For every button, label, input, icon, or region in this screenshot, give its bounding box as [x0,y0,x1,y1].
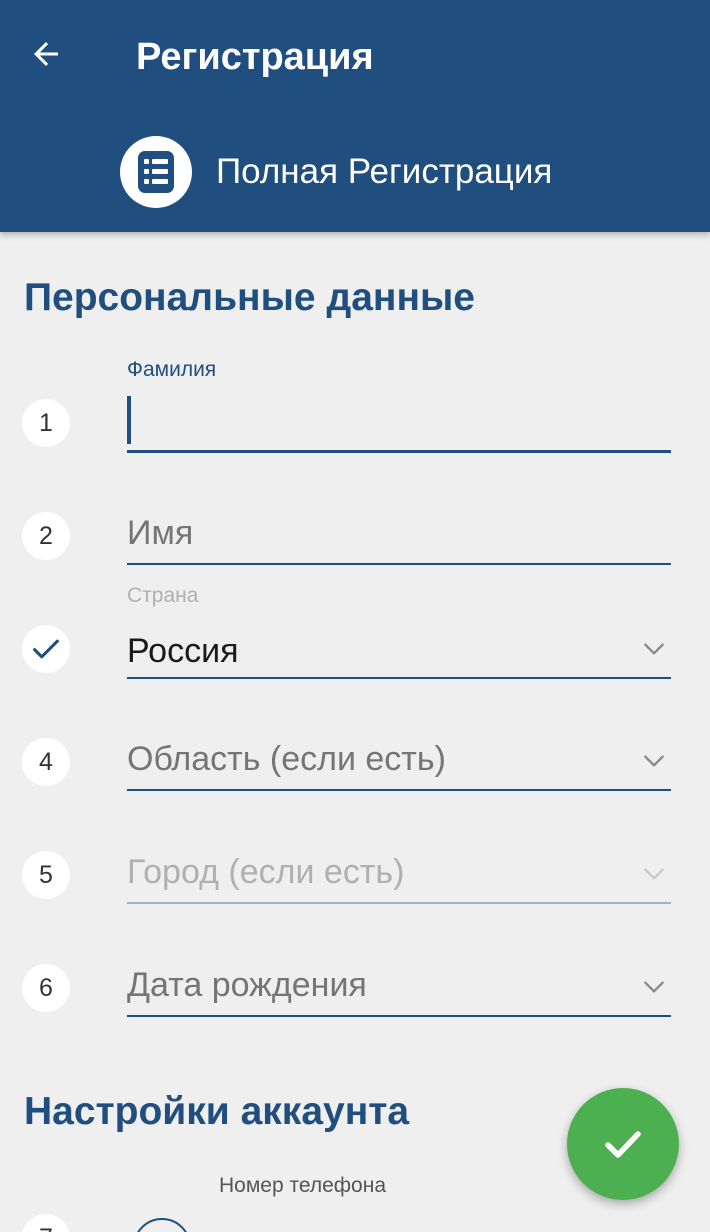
check-icon [605,1131,641,1158]
step-indicator-1: 1 [22,399,70,447]
birth-date-underline [127,1015,671,1017]
region-placeholder: Область (если есть) [127,740,446,778]
country-value: Россия [127,632,239,670]
chevron-down-icon [644,755,664,767]
country-label: Страна [127,584,199,607]
first-name-input[interactable]: Имя [127,508,671,565]
app-bar: Регистрация Полная Регистрация [0,0,710,232]
check-icon [33,639,59,659]
birth-date-select[interactable]: Дата рождения [127,960,671,1017]
region-select[interactable]: Область (если есть) [127,734,671,791]
registration-type-label: Полная Регистрация [216,152,553,191]
chevron-down-icon [644,868,664,880]
text-cursor [127,396,131,444]
city-underline [127,902,671,904]
surname-label: Фамилия [127,358,217,381]
step-indicator-2: 2 [22,512,70,560]
surname-underline [127,450,671,453]
birth-date-placeholder: Дата рождения [127,966,367,1004]
chevron-down-icon [644,643,664,655]
step-indicator-3 [22,625,70,673]
page-title: Регистрация [136,36,374,78]
region-underline [127,789,671,791]
country-underline [127,677,671,679]
registration-badge [120,136,192,208]
city-placeholder: Город (если есть) [127,853,405,891]
surname-input[interactable] [127,396,671,453]
step-indicator-7: 7 [22,1214,70,1232]
submit-button[interactable] [567,1088,679,1200]
country-select[interactable]: Россия [127,622,671,679]
step-indicator-5: 5 [22,851,70,899]
city-select[interactable]: Город (если есть) [127,847,671,904]
section-title-personal: Персональные данные [24,276,475,319]
arrow-left-icon [34,42,58,66]
step-indicator-6: 6 [22,964,70,1012]
section-title-account: Настройки аккаунта [24,1090,410,1133]
phone-label: Номер телефона [219,1174,387,1197]
first-name-underline [127,563,671,565]
chevron-down-icon [644,981,664,993]
list-form-icon [138,151,174,193]
first-name-placeholder: Имя [127,514,194,552]
step-indicator-4: 4 [22,738,70,786]
back-button[interactable] [22,30,70,78]
phone-country-flag[interactable] [133,1218,191,1232]
